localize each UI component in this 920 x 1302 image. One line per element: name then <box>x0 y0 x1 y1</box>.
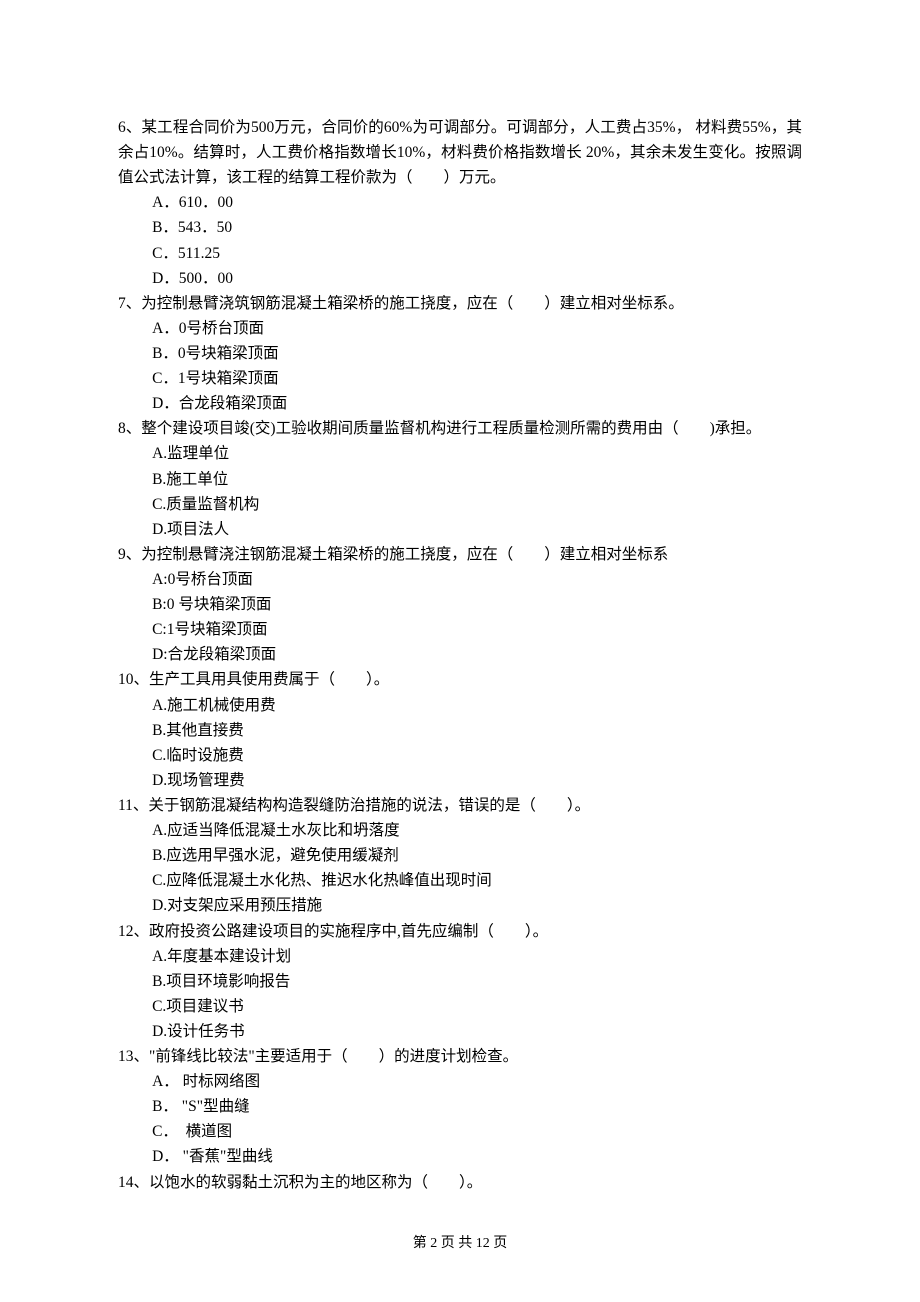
question-stem: 13、"前锋线比较法"主要适用于（ ）的进度计划检查。 <box>118 1044 802 1069</box>
question-options: A:0号桥台顶面 B:0 号块箱梁顶面 C:1号块箱梁顶面 D:合龙段箱梁顶面 <box>118 567 802 667</box>
option-a: A.年度基本建设计划 <box>152 944 802 969</box>
option-c: C.应降低混凝土水化热、推迟水化热峰值出现时间 <box>152 868 802 893</box>
option-c: C． 横道图 <box>152 1119 802 1144</box>
option-b: B:0 号块箱梁顶面 <box>152 592 802 617</box>
question-options: A.施工机械使用费 B.其他直接费 C.临时设施费 D.现场管理费 <box>118 693 802 793</box>
option-b: B.其他直接费 <box>152 718 802 743</box>
question-12: 12、政府投资公路建设项目的实施程序中,首先应编制（ ）。 A.年度基本建设计划… <box>118 919 802 1045</box>
option-b: B.应选用早强水泥，避免使用缓凝剂 <box>152 843 802 868</box>
question-options: A．0号桥台顶面 B．0号块箱梁顶面 C．1号块箱梁顶面 D．合龙段箱梁顶面 <box>118 316 802 416</box>
option-c: C.质量监督机构 <box>152 492 802 517</box>
option-a: A.应适当降低混凝土水灰比和坍落度 <box>152 818 802 843</box>
option-b: B.施工单位 <box>152 467 802 492</box>
question-10: 10、生产工具用具使用费属于（ ）。 A.施工机械使用费 B.其他直接费 C.临… <box>118 667 802 793</box>
option-b: B． "S"型曲缝 <box>152 1094 802 1119</box>
option-c: C．511.25 <box>152 241 802 266</box>
question-7: 7、为控制悬臂浇筑钢筋混凝土箱梁桥的施工挠度，应在（ ）建立相对坐标系。 A．0… <box>118 291 802 417</box>
option-b: B．543．50 <box>152 215 802 240</box>
question-stem: 7、为控制悬臂浇筑钢筋混凝土箱梁桥的施工挠度，应在（ ）建立相对坐标系。 <box>118 291 802 316</box>
option-d: D.设计任务书 <box>152 1019 802 1044</box>
question-stem: 9、为控制悬臂浇注钢筋混凝土箱梁桥的施工挠度，应在（ ）建立相对坐标系 <box>118 542 802 567</box>
question-14: 14、以饱水的软弱黏土沉积为主的地区称为（ ）。 <box>118 1170 802 1195</box>
option-c: C.项目建议书 <box>152 994 802 1019</box>
question-stem: 14、以饱水的软弱黏土沉积为主的地区称为（ ）。 <box>118 1170 802 1195</box>
question-options: A.年度基本建设计划 B.项目环境影响报告 C.项目建议书 D.设计任务书 <box>118 944 802 1044</box>
question-stem: 8、整个建设项目竣(交)工验收期间质量监督机构进行工程质量检测所需的费用由（ )… <box>118 416 802 441</box>
question-11: 11、关于钢筋混凝结构构造裂缝防治措施的说法，错误的是（ ）。 A.应适当降低混… <box>118 793 802 919</box>
option-d: D.对支架应采用预压措施 <box>152 893 802 918</box>
option-d: D． "香蕉"型曲线 <box>152 1144 802 1169</box>
question-13: 13、"前锋线比较法"主要适用于（ ）的进度计划检查。 A． 时标网络图 B． … <box>118 1044 802 1170</box>
option-d: D:合龙段箱梁顶面 <box>152 642 802 667</box>
option-b: B．0号块箱梁顶面 <box>152 341 802 366</box>
option-a: A．0号桥台顶面 <box>152 316 802 341</box>
page-footer: 第 2 页 共 12 页 <box>0 1233 920 1256</box>
option-619 a: A.施工机械使用费 <box>152 693 802 718</box>
question-stem: 10、生产工具用具使用费属于（ ）。 <box>118 667 802 692</box>
option-a: A.监理单位 <box>152 441 802 466</box>
option-d: D．500．00 <box>152 266 802 291</box>
option-c: C:1号块箱梁顶面 <box>152 617 802 642</box>
option-d: D.项目法人 <box>152 517 802 542</box>
page: 6、某工程合同价为500万元，合同价的60%为可调部分。可调部分，人工费占35%… <box>0 0 920 1302</box>
question-stem: 11、关于钢筋混凝结构构造裂缝防治措施的说法，错误的是（ ）。 <box>118 793 802 818</box>
option-d: D.现场管理费 <box>152 768 802 793</box>
question-9: 9、为控制悬臂浇注钢筋混凝土箱梁桥的施工挠度，应在（ ）建立相对坐标系 A:0号… <box>118 542 802 668</box>
question-options: A.监理单位 B.施工单位 C.质量监督机构 D.项目法人 <box>118 441 802 541</box>
question-stem: 6、某工程合同价为500万元，合同价的60%为可调部分。可调部分，人工费占35%… <box>118 115 802 190</box>
option-c: C.临时设施费 <box>152 743 802 768</box>
option-a: A． 时标网络图 <box>152 1069 802 1094</box>
question-options: A．610．00 B．543．50 C．511.25 D．500．00 <box>118 190 802 290</box>
option-c: C．1号块箱梁顶面 <box>152 366 802 391</box>
option-a: A:0号桥台顶面 <box>152 567 802 592</box>
question-6: 6、某工程合同价为500万元，合同价的60%为可调部分。可调部分，人工费占35%… <box>118 115 802 291</box>
option-b: B.项目环境影响报告 <box>152 969 802 994</box>
option-a: A．610．00 <box>152 190 802 215</box>
question-8: 8、整个建设项目竣(交)工验收期间质量监督机构进行工程质量检测所需的费用由（ )… <box>118 416 802 542</box>
option-d: D．合龙段箱梁顶面 <box>152 391 802 416</box>
question-options: A． 时标网络图 B． "S"型曲缝 C． 横道图 D． "香蕉"型曲线 <box>118 1069 802 1169</box>
question-options: A.应适当降低混凝土水灰比和坍落度 B.应选用早强水泥，避免使用缓凝剂 C.应降… <box>118 818 802 918</box>
question-stem: 12、政府投资公路建设项目的实施程序中,首先应编制（ ）。 <box>118 919 802 944</box>
